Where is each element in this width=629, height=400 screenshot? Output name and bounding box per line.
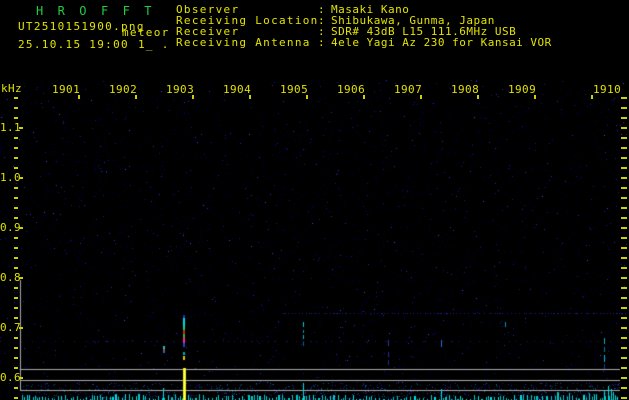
time-axis-tick	[192, 95, 194, 99]
counter-label: 1_ .	[138, 38, 170, 51]
freq-minor-tick-left	[14, 347, 18, 349]
time-axis-label: 1902	[109, 83, 138, 96]
time-axis-tick	[420, 95, 422, 99]
freq-minor-tick-right	[621, 247, 627, 249]
freq-minor-tick-right	[621, 97, 627, 99]
freq-minor-tick-right	[621, 137, 627, 139]
freq-minor-tick-right	[621, 367, 627, 369]
time-axis-tick	[306, 95, 308, 99]
freq-axis-unit: kHz	[1, 82, 23, 95]
freq-minor-tick-right	[621, 167, 627, 169]
time-axis-tick	[363, 95, 365, 99]
freq-minor-tick-left	[14, 147, 18, 149]
freq-axis-label: 0.9	[0, 221, 22, 234]
time-axis-tick	[135, 95, 137, 99]
freq-minor-tick-right	[621, 187, 627, 189]
freq-minor-tick-right	[621, 147, 627, 149]
freq-minor-tick-left	[19, 227, 23, 229]
time-axis-label: 1907	[394, 83, 423, 96]
time-axis-label: 1904	[223, 83, 252, 96]
time-axis-tick	[591, 95, 593, 99]
freq-minor-tick-right	[621, 297, 627, 299]
freq-minor-tick-left	[14, 237, 18, 239]
freq-minor-tick-left	[14, 397, 18, 399]
freq-axis-label: 1.1	[0, 121, 22, 134]
freq-minor-tick-left	[14, 137, 18, 139]
freq-axis-label: 1.0	[0, 171, 22, 184]
freq-minor-tick-right	[621, 127, 627, 129]
freq-minor-tick-left	[14, 117, 18, 119]
time-axis-label: 1905	[280, 83, 309, 96]
freq-minor-tick-left	[14, 337, 18, 339]
freq-minor-tick-right	[621, 377, 627, 379]
freq-axis-label: 0.7	[0, 321, 22, 334]
freq-minor-tick-right	[621, 287, 627, 289]
freq-minor-tick-left	[14, 307, 18, 309]
freq-minor-tick-left	[14, 247, 18, 249]
freq-minor-tick-right	[621, 327, 627, 329]
freq-minor-tick-left	[14, 287, 18, 289]
freq-minor-tick-right	[621, 197, 627, 199]
freq-minor-tick-right	[621, 307, 627, 309]
freq-minor-tick-left	[14, 357, 18, 359]
datetime-label: 25.10.15 19:00	[18, 38, 129, 51]
freq-minor-tick-right	[621, 157, 627, 159]
freq-minor-tick-left	[14, 317, 18, 319]
freq-minor-tick-right	[621, 347, 627, 349]
freq-minor-tick-left	[19, 127, 23, 129]
freq-axis-label: 0.6	[0, 371, 22, 384]
freq-minor-tick-left	[14, 207, 18, 209]
freq-minor-tick-left	[14, 387, 18, 389]
freq-minor-tick-left	[14, 257, 18, 259]
freq-minor-tick-left	[19, 377, 23, 379]
freq-minor-tick-left	[14, 197, 18, 199]
freq-minor-tick-right	[621, 387, 627, 389]
freq-minor-tick-right	[621, 277, 627, 279]
freq-minor-tick-left	[14, 217, 18, 219]
time-axis-label: 1909	[508, 83, 537, 96]
freq-minor-tick-left	[19, 177, 23, 179]
freq-minor-tick-right	[621, 117, 627, 119]
freq-minor-tick-left	[14, 297, 18, 299]
freq-minor-tick-right	[621, 317, 627, 319]
freq-axis-label: 0.8	[0, 271, 22, 284]
freq-minor-tick-right	[621, 227, 627, 229]
hrofft-window: H R O F F T UT2510151900.png meteor 25.1…	[0, 0, 629, 400]
info-value-antenna: 4ele Yagi Az 230 for Kansai VOR	[331, 36, 552, 49]
freq-minor-tick-left	[14, 107, 18, 109]
freq-minor-tick-right	[621, 207, 627, 209]
info-label-antenna: Receiving Antenna	[176, 36, 311, 49]
freq-minor-tick-right	[621, 397, 627, 399]
info-colon: :	[318, 36, 326, 49]
freq-minor-tick-right	[621, 177, 627, 179]
time-axis-tick	[534, 95, 536, 99]
time-axis-label: 1903	[166, 83, 195, 96]
spectrogram-canvas	[0, 0, 629, 400]
freq-minor-tick-right	[621, 217, 627, 219]
freq-minor-tick-left	[14, 187, 18, 189]
freq-minor-tick-left	[19, 327, 23, 329]
time-axis-tick	[477, 95, 479, 99]
time-axis-tick	[249, 95, 251, 99]
freq-minor-tick-left	[14, 157, 18, 159]
app-title: H R O F F T	[36, 4, 156, 18]
time-axis-label: 1910	[593, 83, 622, 96]
freq-minor-tick-left	[14, 167, 18, 169]
freq-minor-tick-right	[621, 267, 627, 269]
freq-minor-tick-left	[14, 97, 18, 99]
freq-minor-tick-left	[14, 367, 18, 369]
time-axis-label: 1908	[451, 83, 480, 96]
freq-minor-tick-right	[621, 257, 627, 259]
freq-minor-tick-left	[19, 277, 23, 279]
freq-minor-tick-right	[621, 337, 627, 339]
time-axis-tick	[78, 95, 80, 99]
freq-minor-tick-right	[621, 237, 627, 239]
freq-minor-tick-right	[621, 107, 627, 109]
freq-minor-tick-right	[621, 357, 627, 359]
time-axis-label: 1901	[52, 83, 81, 96]
freq-minor-tick-left	[14, 267, 18, 269]
time-axis-label: 1906	[337, 83, 366, 96]
